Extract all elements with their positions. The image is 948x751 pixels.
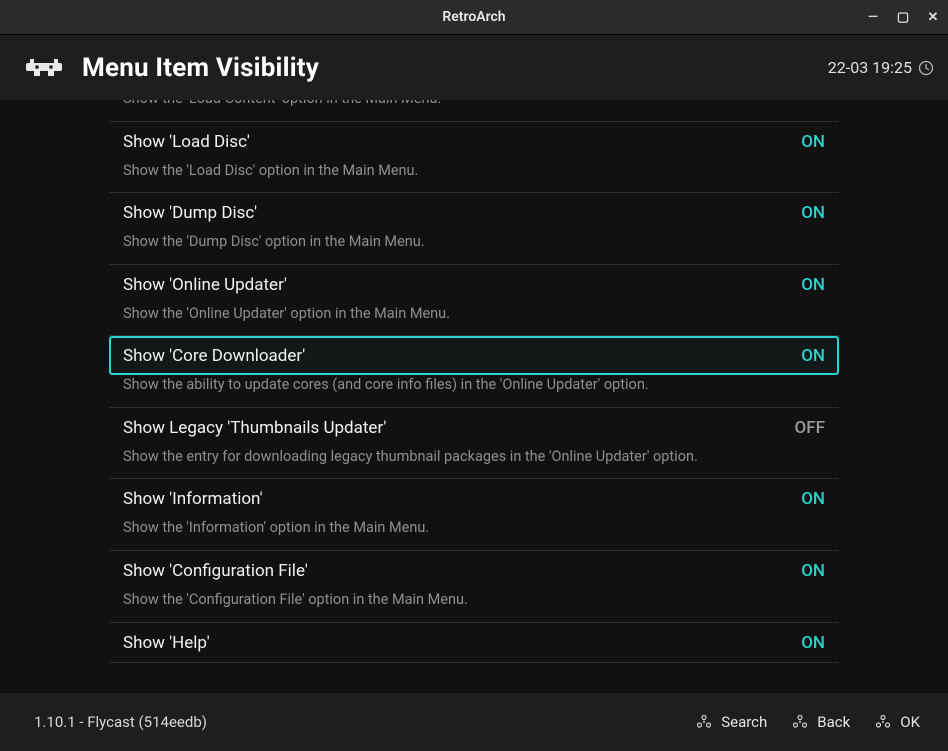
setting-label: Show 'Core Downloader'	[123, 346, 305, 366]
action-label: OK	[900, 713, 920, 731]
footer: 1.10.1 - Flycast (514eedb) Search Back	[0, 693, 948, 751]
setting-row[interactable]: Show 'Configuration File' ON	[109, 551, 839, 590]
version-text: 1.10.1 - Flycast (514eedb)	[34, 713, 695, 731]
setting-value[interactable]: ON	[801, 489, 825, 509]
action-label: Search	[721, 713, 767, 731]
setting-item[interactable]: Show 'Help' ON	[109, 623, 839, 663]
action-back[interactable]: Back	[791, 713, 850, 731]
setting-description: Show the 'Load Content' option in the Ma…	[109, 100, 809, 121]
setting-label: Show 'Information'	[123, 489, 263, 509]
setting-row[interactable]: Show 'Information' ON	[109, 479, 839, 518]
close-icon[interactable]: ✕	[924, 10, 942, 25]
clock-icon	[918, 60, 934, 76]
footer-actions: Search Back OK	[695, 713, 920, 731]
setting-description: Show the 'Configuration File' option in …	[109, 590, 809, 622]
setting-value[interactable]: ON	[801, 346, 825, 366]
minimize-icon[interactable]: —	[864, 10, 882, 25]
setting-label: Show 'Configuration File'	[123, 561, 308, 581]
setting-row[interactable]: Show 'Online Updater' ON	[109, 265, 839, 304]
setting-description: Show the entry for downloading legacy th…	[109, 447, 809, 479]
button-cluster-icon	[791, 713, 809, 731]
button-cluster-icon	[874, 713, 892, 731]
action-label: Back	[817, 713, 850, 731]
setting-item[interactable]: Show Legacy 'Thumbnails Updater'OFFShow …	[109, 408, 839, 480]
setting-description: Show the 'Online Updater' option in the …	[109, 304, 809, 336]
setting-label: Show Legacy 'Thumbnails Updater'	[123, 418, 386, 438]
setting-row[interactable]: Show Legacy 'Thumbnails Updater' OFF	[109, 408, 839, 447]
clock-text: 22-03 19:25	[828, 58, 912, 77]
page-title: Menu Item Visibility	[82, 53, 810, 83]
setting-label: Show 'Online Updater'	[123, 275, 287, 295]
page-header: Menu Item Visibility 22-03 19:25	[0, 34, 948, 100]
setting-label: Show 'Help'	[123, 633, 210, 653]
setting-item[interactable]: Show the 'Load Content' option in the Ma…	[109, 100, 839, 122]
setting-item[interactable]: Show 'Dump Disc' ON Show the 'Dump Disc' o…	[109, 193, 839, 265]
setting-row[interactable]: Show 'Dump Disc' ON	[109, 193, 839, 232]
setting-value[interactable]: ON	[801, 132, 825, 152]
setting-row[interactable]: Show 'Help' ON	[109, 623, 839, 662]
setting-label: Show 'Dump Disc'	[123, 203, 257, 223]
setting-value[interactable]: ON	[801, 275, 825, 295]
setting-value[interactable]: ON	[801, 203, 825, 223]
setting-label: Show 'Load Disc'	[123, 132, 250, 152]
button-cluster-icon	[695, 713, 713, 731]
window-controls: — ▢ ✕	[864, 0, 942, 34]
setting-item[interactable]: Show 'Information' ON Show the 'Informatio…	[109, 479, 839, 551]
setting-description: Show the ability to update cores (and co…	[109, 375, 809, 407]
setting-description: Show the 'Dump Disc' option in the Main …	[109, 232, 809, 264]
setting-description: Show the 'Information' option in the Mai…	[109, 518, 809, 550]
window-titlebar: RetroArch — ▢ ✕	[0, 0, 948, 34]
setting-item[interactable]: Show 'Core Downloader' ON Show the ability…	[109, 336, 839, 408]
window-title: RetroArch	[442, 9, 505, 25]
setting-value[interactable]: OFF	[795, 418, 825, 438]
retroarch-logo-icon	[24, 54, 64, 82]
maximize-icon[interactable]: ▢	[894, 10, 912, 25]
settings-list: Show the 'Load Content' option in the Ma…	[109, 100, 839, 693]
settings-scroll-area[interactable]: Show the 'Load Content' option in the Ma…	[0, 100, 948, 693]
setting-item[interactable]: Show 'Load Disc' ON Show the 'Load Disc' o…	[109, 122, 839, 194]
setting-item[interactable]: Show 'Configuration File' ON Show the 'Con…	[109, 551, 839, 623]
setting-description: Show the 'Load Disc' option in the Main …	[109, 161, 809, 193]
setting-row[interactable]: Show 'Load Disc' ON	[109, 122, 839, 161]
setting-value[interactable]: ON	[801, 561, 825, 581]
setting-row[interactable]: Show 'Core Downloader' ON	[109, 336, 839, 375]
setting-item[interactable]: Show 'Online Updater' ON Show the 'Online …	[109, 265, 839, 337]
action-search[interactable]: Search	[695, 713, 767, 731]
setting-value[interactable]: ON	[801, 633, 825, 653]
action-ok[interactable]: OK	[874, 713, 920, 731]
clock: 22-03 19:25	[828, 58, 934, 77]
